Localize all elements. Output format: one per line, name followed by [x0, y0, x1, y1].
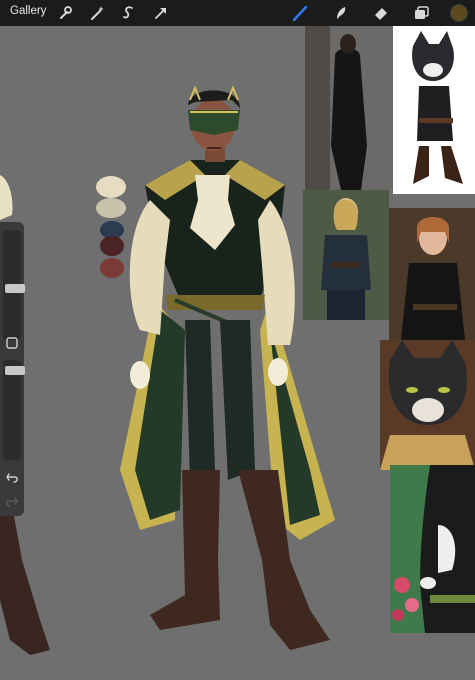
palette-swatch-cream[interactable] — [96, 176, 126, 198]
transform-arrow-icon[interactable] — [151, 3, 171, 23]
wrench-icon[interactable] — [55, 3, 75, 23]
brush-opacity-thumb[interactable] — [5, 366, 25, 375]
reference-cartoon-cat-closeup — [380, 340, 475, 470]
reference-cartoon-cat-in-garden — [390, 465, 475, 633]
reference-woman-in-black-blouse-photo — [389, 208, 475, 340]
reference-black-coat-outfit-photo — [305, 26, 393, 190]
undo-icon[interactable] — [5, 470, 19, 484]
selection-icon[interactable] — [119, 3, 139, 23]
left-sidebar — [0, 222, 25, 516]
magic-wand-icon[interactable] — [87, 3, 107, 23]
brush-icon[interactable] — [290, 3, 310, 23]
brush-size-slider[interactable] — [3, 230, 25, 340]
redo-icon[interactable] — [5, 494, 19, 508]
eraser-icon[interactable] — [371, 3, 391, 23]
brush-size-thumb[interactable] — [5, 284, 25, 293]
palette-swatch-brick[interactable] — [100, 258, 124, 278]
reference-cartoon-cat-in-boots — [393, 26, 475, 194]
top-toolbar: Gallery — [0, 0, 475, 26]
layers-icon[interactable] — [411, 3, 431, 23]
palette-swatch-maroon[interactable] — [100, 236, 124, 256]
modify-square-icon[interactable] — [5, 336, 19, 350]
smudge-icon[interactable] — [331, 3, 351, 23]
brush-opacity-slider[interactable] — [3, 360, 25, 460]
gallery-button[interactable]: Gallery — [10, 5, 46, 17]
reference-woman-in-leather-vest-photo — [303, 190, 389, 320]
palette-swatch-light[interactable] — [96, 198, 126, 218]
color-picker-well[interactable] — [450, 4, 468, 22]
